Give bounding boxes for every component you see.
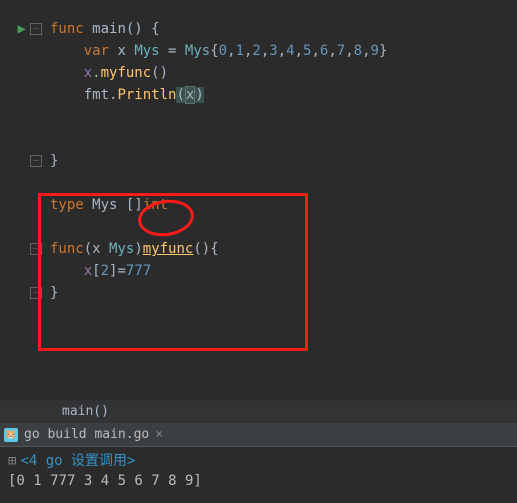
kw-int: int	[143, 197, 168, 213]
fold-end-icon[interactable]: –	[30, 155, 42, 167]
fold-end-icon[interactable]: –	[30, 287, 42, 299]
code-line[interactable]: type Mys []int	[50, 194, 517, 216]
terminal-header: ⊞<4 go 设置调用>	[8, 451, 509, 471]
fold-start-icon[interactable]: –	[30, 23, 42, 35]
paren-highlight: )	[195, 87, 203, 103]
terminal-output: [0 1 777 3 4 5 6 7 8 9]	[8, 471, 509, 491]
type-name: Mys	[92, 197, 117, 213]
fold-start-icon[interactable]: –	[30, 243, 42, 255]
code-line[interactable]: }	[50, 150, 517, 172]
code-line[interactable]: x.myfunc()	[50, 62, 517, 84]
brace: {	[151, 21, 159, 37]
close-icon[interactable]: ×	[155, 427, 163, 442]
kw-func: func	[50, 21, 84, 37]
code-line[interactable]: func main() {	[50, 18, 517, 40]
go-icon: 🐹	[4, 428, 18, 442]
parens: ()	[126, 21, 143, 37]
kw-type: type	[50, 197, 84, 213]
fn-println: Println	[117, 87, 176, 103]
type-mys: Mys	[185, 43, 210, 59]
grid-icon: ⊞	[8, 453, 16, 469]
type-mys: Mys	[134, 43, 159, 59]
eq: =	[160, 43, 185, 59]
method-myfunc: myfunc	[143, 241, 194, 257]
code-line[interactable]: func(x Mys)myfunc(){	[50, 238, 517, 260]
breadcrumb-item[interactable]: main()	[62, 404, 109, 419]
code-line[interactable]: }	[50, 282, 517, 304]
run-tab-label: go build main.go	[24, 427, 149, 442]
code-line[interactable]	[50, 128, 517, 150]
var-x: x	[117, 43, 125, 59]
paren-highlight: (	[176, 87, 184, 103]
code-editor[interactable]: ▶– – – – func main() { var x Mys = Mys{0…	[0, 0, 517, 400]
pkg-fmt: fmt	[84, 87, 109, 103]
method-myfunc: myfunc	[101, 65, 152, 81]
code-line[interactable]: fmt.Println(x)	[50, 84, 517, 106]
run-tool-tab[interactable]: 🐹 go build main.go ×	[0, 422, 517, 446]
kw-var: var	[84, 43, 109, 59]
run-gutter-icon[interactable]: ▶	[18, 18, 26, 40]
editor-gutter: ▶– – – –	[0, 18, 48, 418]
run-output-panel[interactable]: ⊞<4 go 设置调用> [0 1 777 3 4 5 6 7 8 9]	[0, 446, 517, 495]
var-x: x	[84, 65, 92, 81]
code-line[interactable]	[50, 172, 517, 194]
code-line[interactable]	[50, 216, 517, 238]
breadcrumb[interactable]: main()	[0, 400, 517, 422]
code-line[interactable]: x[2]=777	[50, 260, 517, 282]
kw-func: func	[50, 241, 84, 257]
code-line[interactable]	[50, 106, 517, 128]
var-highlight: x	[185, 86, 195, 104]
func-name: main	[92, 21, 126, 37]
code-line[interactable]: var x Mys = Mys{0,1,2,3,4,5,6,7,8,9}	[50, 40, 517, 62]
